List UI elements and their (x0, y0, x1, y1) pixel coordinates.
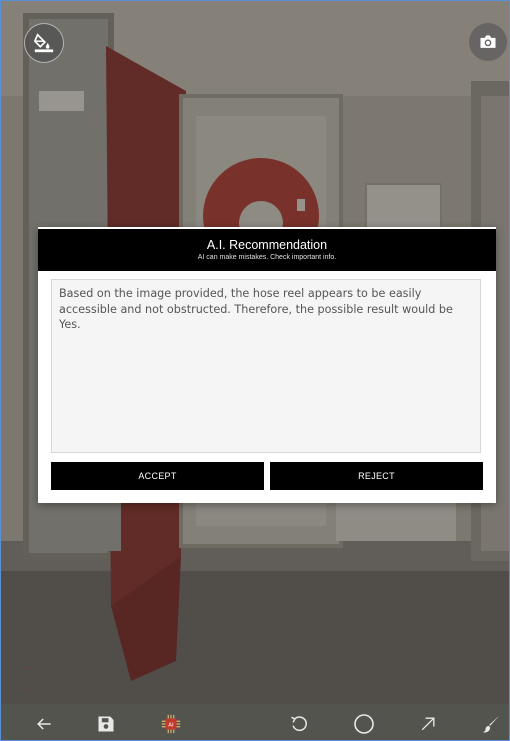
svg-text:AI: AI (168, 722, 174, 728)
ai-button[interactable]: AI (157, 710, 185, 738)
back-button[interactable] (30, 710, 58, 738)
brush-tool-icon (482, 715, 500, 733)
paint-bucket-icon (33, 33, 54, 53)
ai-recommendation-dialog: A.I. Recommendation AI can make mistakes… (38, 227, 496, 503)
arrow-tool-button[interactable] (414, 710, 442, 738)
dialog-header: A.I. Recommendation AI can make mistakes… (38, 229, 496, 271)
photo-overlay-line-2: ... (25, 681, 36, 694)
camera-icon (480, 35, 496, 48)
undo-button[interactable] (285, 710, 313, 738)
photo-overlay-line-1: ... (25, 659, 36, 672)
accept-button[interactable]: ACCEPT (51, 462, 264, 490)
dialog-subtitle: AI can make mistakes. Check important in… (197, 254, 337, 261)
save-button[interactable] (92, 710, 120, 738)
arrow-tool-icon (421, 717, 435, 731)
dialog-title: A.I. Recommendation (206, 238, 328, 252)
camera-button[interactable] (469, 23, 507, 61)
circle-tool-icon (354, 714, 374, 734)
back-arrow-icon (37, 718, 51, 730)
reject-button[interactable]: REJECT (270, 462, 483, 490)
brush-tool-button[interactable] (477, 710, 505, 738)
app-frame: ... ... A.I. Recommendation AI can make … (0, 0, 510, 741)
circle-tool-button[interactable] (350, 710, 378, 738)
undo-icon (291, 716, 307, 732)
bottom-toolbar: AI (1, 704, 509, 740)
recommendation-text[interactable]: Based on the image provided, the hose re… (51, 279, 481, 453)
save-icon (98, 716, 114, 732)
paint-bucket-button[interactable] (24, 23, 64, 63)
ai-chip-icon: AI (161, 714, 181, 734)
